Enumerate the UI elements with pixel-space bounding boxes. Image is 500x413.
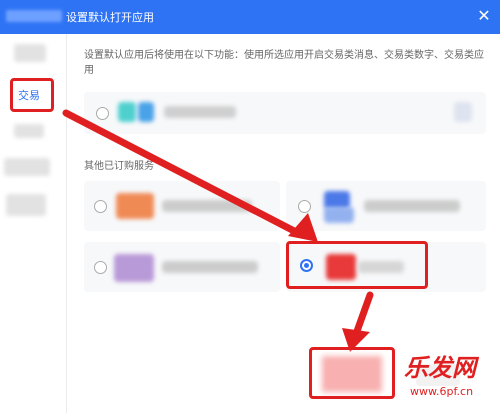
- watermark-brand: 乐发网: [404, 354, 476, 382]
- arrow-to-selected-option: [62, 109, 302, 237]
- arrow-to-button: [352, 291, 374, 338]
- watermark-url: www.6pf.cn: [410, 385, 474, 398]
- confirm-button-obscured[interactable]: [322, 356, 382, 392]
